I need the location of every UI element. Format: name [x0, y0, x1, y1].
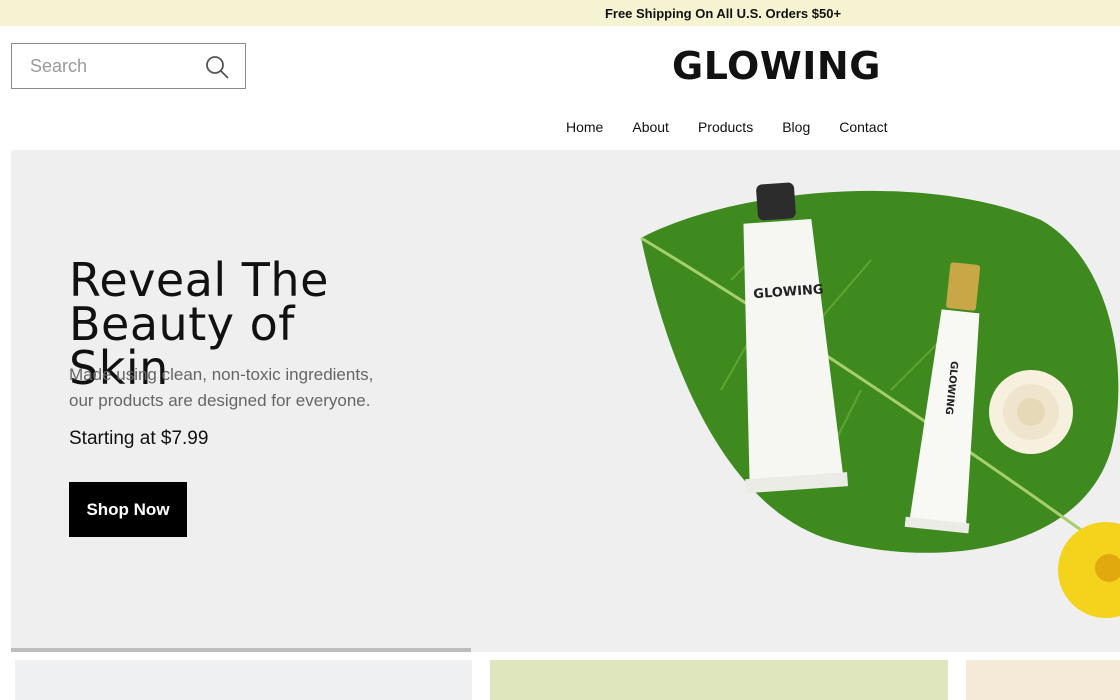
- search-icon[interactable]: [205, 55, 229, 79]
- leaf-shape: [641, 190, 1119, 553]
- category-card[interactable]: [490, 660, 948, 700]
- category-card[interactable]: [15, 660, 472, 700]
- hero-product-image: GLOWING GLOWING: [640, 182, 1120, 618]
- nav-item-about[interactable]: About: [632, 119, 669, 135]
- brand-logo[interactable]: GLOWING: [672, 44, 881, 88]
- hero-banner: Reveal The Beauty of Skin Made using cle…: [11, 150, 1120, 652]
- announcement-bar: Free Shipping On All U.S. Orders $50+: [0, 0, 1120, 26]
- nav-item-contact[interactable]: Contact: [839, 119, 887, 135]
- announcement-text: Free Shipping On All U.S. Orders $50+: [604, 5, 842, 21]
- hero-subtitle-line2: our products are designed for everyone.: [69, 391, 371, 410]
- hero-price: Starting at $7.99: [69, 428, 209, 449]
- hero-subtitle: Made using clean, non-toxic ingredients,…: [69, 362, 389, 414]
- carousel-progress-bar: [11, 648, 471, 652]
- search-box[interactable]: [11, 43, 246, 89]
- search-input[interactable]: [12, 46, 192, 86]
- category-card[interactable]: [966, 660, 1120, 700]
- shop-now-button[interactable]: Shop Now: [69, 482, 187, 537]
- nav-item-home[interactable]: Home: [566, 119, 603, 135]
- hero-subtitle-line1: Made using clean, non-toxic ingredients,: [69, 365, 374, 384]
- nav-item-products[interactable]: Products: [698, 119, 753, 135]
- main-nav: Home About Products Blog Contact: [566, 119, 916, 135]
- nav-item-blog[interactable]: Blog: [782, 119, 810, 135]
